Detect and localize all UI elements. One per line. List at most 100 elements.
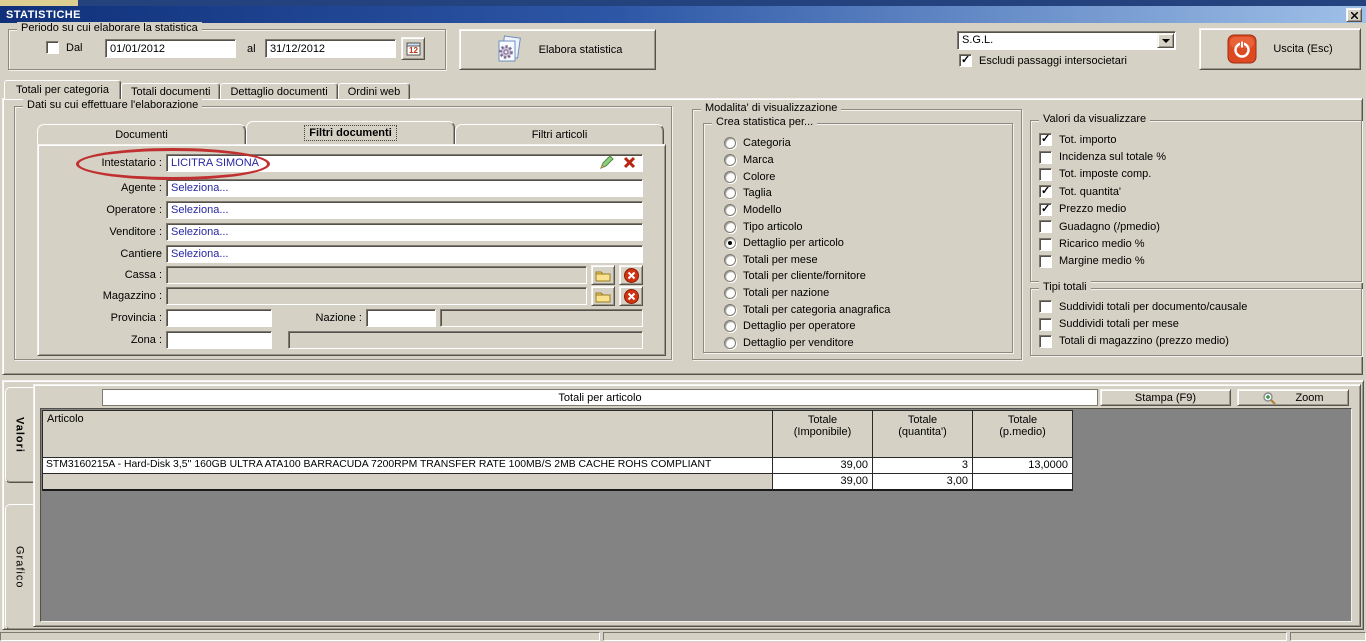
- checkbox-icon[interactable]: [1039, 150, 1052, 164]
- filter-tab[interactable]: Documenti: [37, 124, 246, 144]
- statistica-radio-option[interactable]: Colore: [724, 168, 890, 185]
- main-tab-label: Totali documenti: [130, 85, 211, 98]
- venditore-input[interactable]: Seleziona...: [166, 223, 643, 241]
- row-imponibile-cell[interactable]: 39,00: [773, 458, 873, 474]
- statistica-radio-option[interactable]: Taglia: [724, 185, 890, 202]
- statistica-radio-option[interactable]: Dettaglio per articolo: [724, 235, 890, 252]
- cassa-browse-button[interactable]: [591, 265, 615, 285]
- statistica-radio-option[interactable]: Modello: [724, 202, 890, 219]
- value-checkbox-option[interactable]: Guadagno (/pmedio): [1039, 218, 1166, 235]
- zona-desc-field: [288, 331, 643, 349]
- radio-icon[interactable]: [724, 137, 736, 150]
- filter-tab[interactable]: Filtri documenti: [246, 121, 455, 144]
- checkbox-icon[interactable]: [1039, 167, 1052, 181]
- radio-icon[interactable]: [724, 287, 736, 300]
- checkbox-icon[interactable]: [1039, 220, 1052, 234]
- company-select-arrow-button[interactable]: [1157, 33, 1174, 48]
- statistica-radio-option[interactable]: Totali per categoria anagrafica: [724, 301, 890, 318]
- totals-quantita-cell: 3,00: [873, 474, 973, 491]
- stampa-button[interactable]: Stampa (F9): [1100, 389, 1231, 406]
- main-tab[interactable]: Totali per categoria: [4, 80, 121, 99]
- value-checkbox-option[interactable]: Tot. importo: [1039, 131, 1166, 148]
- totals-checkbox-option[interactable]: Totali di magazzino (prezzo medio): [1039, 333, 1247, 350]
- date-from-input[interactable]: 01/01/2012: [105, 39, 236, 58]
- radio-icon[interactable]: [724, 320, 736, 333]
- row-imponibile-value: 39,00: [840, 459, 868, 471]
- radio-icon[interactable]: [724, 187, 736, 200]
- dal-checkbox[interactable]: Dal: [46, 41, 83, 54]
- col-header-pmedio[interactable]: Totale (p.medio): [973, 410, 1073, 458]
- nazione-input[interactable]: [366, 309, 436, 327]
- main-tab[interactable]: Dettaglio documenti: [220, 83, 338, 99]
- radio-icon[interactable]: [724, 153, 736, 166]
- statistica-radio-option[interactable]: Categoria: [724, 135, 890, 152]
- statistica-radio-option[interactable]: Totali per cliente/fornitore: [724, 268, 890, 285]
- company-select[interactable]: S.G.L.: [957, 31, 1176, 50]
- main-tab[interactable]: Totali documenti: [120, 83, 221, 99]
- clear-intestatario-icon[interactable]: [623, 156, 636, 169]
- filter-tab[interactable]: Filtri articoli: [455, 124, 664, 144]
- checkbox-icon[interactable]: [1039, 254, 1052, 268]
- col-header-articolo[interactable]: Articolo: [42, 410, 773, 458]
- checkbox-icon[interactable]: [1039, 237, 1052, 251]
- main-tab-label: Dettaglio documenti: [230, 85, 328, 98]
- statistica-radio-option[interactable]: Dettaglio per venditore: [724, 335, 890, 352]
- tab-grafico[interactable]: Grafico: [5, 504, 33, 630]
- col-header-imponibile[interactable]: Totale (Imponibile): [773, 410, 873, 458]
- uscita-button[interactable]: Uscita (Esc): [1199, 28, 1361, 70]
- radio-icon[interactable]: [724, 303, 736, 316]
- elabora-button[interactable]: Elabora statistica: [459, 29, 656, 70]
- checkbox-icon[interactable]: [1039, 132, 1052, 147]
- escludi-label: Escludi passaggi intersocietari: [979, 54, 1127, 67]
- operatore-input[interactable]: Seleziona...: [166, 201, 643, 219]
- radio-icon[interactable]: [724, 270, 736, 283]
- checkbox-icon[interactable]: [1039, 202, 1052, 216]
- tab-valori[interactable]: Valori: [5, 387, 33, 483]
- dal-checkbox-box[interactable]: [46, 41, 59, 54]
- checkbox-icon[interactable]: [1039, 300, 1052, 314]
- radio-icon[interactable]: [724, 170, 736, 183]
- totals-checkbox-option[interactable]: Suddividi totali per mese: [1039, 315, 1247, 332]
- value-checkbox-option[interactable]: Tot. quantita': [1039, 183, 1166, 200]
- provincia-input[interactable]: [166, 309, 272, 327]
- statistica-radio-option[interactable]: Dettaglio per operatore: [724, 318, 890, 335]
- checkbox-icon[interactable]: [1039, 317, 1052, 331]
- statistica-radio-option[interactable]: Totali per nazione: [724, 285, 890, 302]
- radio-icon[interactable]: [724, 237, 736, 250]
- value-checkbox-option[interactable]: Ricarico medio %: [1039, 235, 1166, 252]
- checkbox-icon[interactable]: [1039, 334, 1052, 348]
- row-pmedio-cell[interactable]: 13,0000: [973, 458, 1073, 474]
- calendar-button[interactable]: 12: [401, 37, 425, 60]
- close-button[interactable]: [1346, 8, 1362, 22]
- main-tab[interactable]: Ordini web: [337, 83, 411, 99]
- statistica-radio-option[interactable]: Marca: [724, 152, 890, 169]
- intestatario-input[interactable]: LICITRA SIMONA: [166, 154, 643, 172]
- row-quantita-cell[interactable]: 3: [873, 458, 973, 474]
- radio-icon[interactable]: [724, 203, 736, 216]
- date-to-input[interactable]: 31/12/2012: [265, 39, 396, 58]
- radio-icon[interactable]: [724, 220, 736, 233]
- row-articolo-cell[interactable]: STM3160215A - Hard-Disk 3,5'' 160GB ULTR…: [42, 458, 773, 474]
- agente-input[interactable]: Seleziona...: [166, 179, 643, 197]
- value-checkbox-option[interactable]: Incidenza sul totale %: [1039, 148, 1166, 165]
- magazzino-browse-button[interactable]: [591, 286, 615, 306]
- radio-icon[interactable]: [724, 253, 736, 266]
- cantiere-value: Seleziona...: [171, 248, 229, 260]
- totals-checkbox-option[interactable]: Suddividi totali per documento/causale: [1039, 298, 1247, 315]
- radio-icon[interactable]: [724, 337, 736, 349]
- value-checkbox-option[interactable]: Margine medio %: [1039, 253, 1166, 270]
- zoom-button[interactable]: Zoom: [1237, 389, 1349, 406]
- escludi-checkbox[interactable]: Escludi passaggi intersocietari: [959, 53, 1127, 67]
- escludi-checkbox-box[interactable]: [959, 53, 972, 67]
- statistica-radio-option[interactable]: Tipo articolo: [724, 218, 890, 235]
- cassa-clear-button[interactable]: [619, 265, 643, 285]
- zona-input[interactable]: [166, 331, 272, 349]
- statistica-radio-option[interactable]: Totali per mese: [724, 251, 890, 268]
- edit-pencil-icon[interactable]: [598, 155, 614, 171]
- value-checkbox-option[interactable]: Prezzo medio: [1039, 201, 1166, 218]
- value-checkbox-option[interactable]: Tot. imposte comp.: [1039, 166, 1166, 183]
- col-header-quantita[interactable]: Totale (quantita'): [873, 410, 973, 458]
- magazzino-clear-button[interactable]: [619, 286, 643, 306]
- checkbox-icon[interactable]: [1039, 184, 1052, 199]
- cantiere-input[interactable]: Seleziona...: [166, 245, 643, 263]
